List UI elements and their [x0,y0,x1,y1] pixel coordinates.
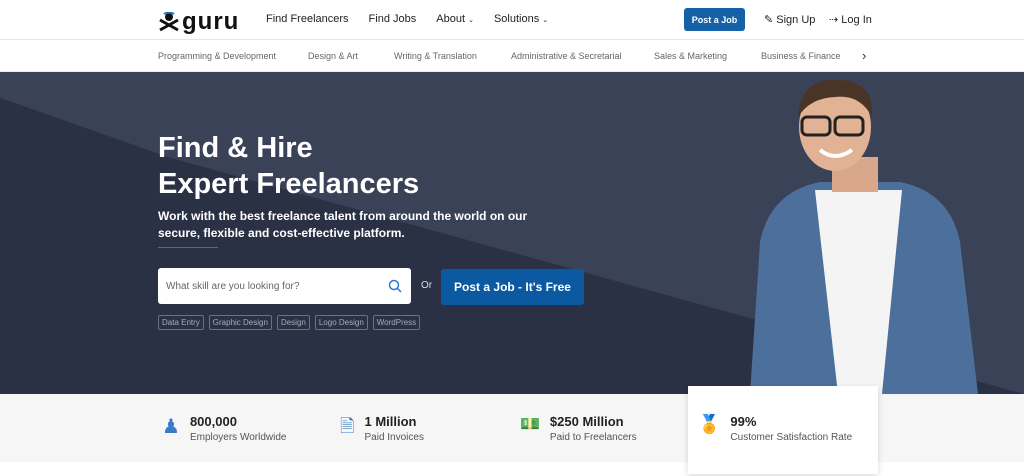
tag-wordpress[interactable]: WordPress [372,315,421,330]
or-text: Or [421,280,433,291]
stat-satisfaction: 🏅 99% Customer Satisfaction Rate [698,414,852,443]
log-in-label: Log In [841,14,872,26]
chevron-right-icon[interactable]: › [862,48,866,63]
hero: Find & Hire Expert Freelancers Work with … [0,72,1024,394]
top-nav: guru Find Freelancers Find Jobs About ⌄ … [0,0,1024,40]
stat-number: 800,000 [189,414,237,429]
chevron-down-icon: ⌄ [542,17,549,24]
logo-icon [159,12,179,32]
stat-paid: 💵 $250 Million Paid to Freelancers [520,414,637,443]
search-icon[interactable] [388,279,402,293]
stat-label: Paid Invoices [364,432,424,443]
skill-search-input[interactable]: What skill are you looking for? [158,268,411,304]
stat-label: Customer Satisfaction Rate [730,432,853,443]
logo-text: guru [182,8,240,35]
log-in-link[interactable]: ⇢ Log In [829,13,872,26]
money-icon: 💵 [520,416,540,433]
hero-person-image [750,79,978,394]
nav-about[interactable]: About ⌄ [436,13,474,25]
hero-title: Find & Hire Expert Freelancers [158,132,420,200]
divider [158,247,218,248]
stat-invoices: 🗎 1 Million Paid Invoices [340,414,424,444]
edit-icon: ✎ [764,14,774,26]
post-job-button[interactable]: Post a Job [684,8,745,31]
category-design[interactable]: Design & Art [308,51,358,61]
category-business[interactable]: Business & Finance [761,51,841,61]
tag-graphic-design[interactable]: Graphic Design [208,315,272,330]
satisfaction-card: 🏅 99% Customer Satisfaction Rate [688,386,878,474]
solutions-label: Solutions [493,13,540,25]
category-programming[interactable]: Programming & Development [158,51,276,61]
tag-design[interactable]: Design [276,315,310,330]
tag-data-entry[interactable]: Data Entry [158,315,204,330]
nav-find-freelancers[interactable]: Find Freelancers [266,13,349,25]
search-placeholder: What skill are you looking for? [166,280,300,292]
stat-number: 1 Million [364,414,417,429]
login-icon: ⇢ [829,14,839,26]
employer-icon: ♟ [162,416,180,438]
guru-logo[interactable]: guru [158,8,239,36]
sign-up-label: Sign Up [776,14,816,26]
category-writing[interactable]: Writing & Translation [394,51,477,61]
award-badge-icon: 🏅 [698,414,721,434]
sign-up-link[interactable]: ✎ Sign Up [764,13,815,26]
hero-subtitle: Work with the best freelance talent from… [158,209,528,240]
category-sales[interactable]: Sales & Marketing [654,51,727,61]
chevron-down-icon: ⌄ [468,17,474,24]
category-admin[interactable]: Administrative & Secretarial [511,51,622,61]
stat-label: Employers Worldwide [189,432,287,443]
tag-logo-design[interactable]: Logo Design [314,315,368,330]
stat-number: 99% [730,414,757,429]
nav-solutions[interactable]: Solutions ⌄ [494,13,548,25]
post-job-free-button[interactable]: Post a Job - It's Free [441,269,584,305]
nav-find-jobs[interactable]: Find Jobs [369,13,417,25]
stat-number: $250 Million [549,414,624,429]
stat-employers: ♟ 800,000 Employers Worldwide [162,414,286,443]
invoice-icon: 🗎 [340,416,355,436]
about-label: About [436,13,465,25]
stat-label: Paid to Freelancers [549,432,637,443]
category-bar: Programming & Development Design & Art W… [0,40,1024,72]
